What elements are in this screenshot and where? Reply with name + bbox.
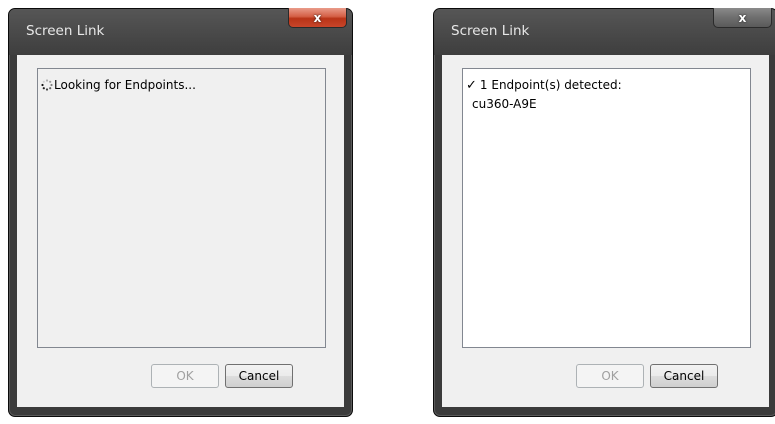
status-line: Looking for Endpoints...: [41, 78, 196, 92]
close-icon: x: [313, 10, 322, 25]
dialog-client-area: ✓ 1 Endpoint(s) detected: cu360-A9E OK C…: [442, 55, 769, 407]
ok-button[interactable]: OK: [151, 364, 219, 388]
window-title: Screen Link: [26, 23, 105, 39]
screen-link-dialog-detected: Screen Link x ✓ 1 Endpoint(s) detected: …: [433, 8, 775, 417]
dialog-client-area: Looking for Endpoints... OK Cancel: [17, 55, 344, 407]
screen-link-dialog-searching: Screen Link x Looking for Endpoints... O…: [8, 8, 353, 417]
spinner-icon: [41, 79, 53, 91]
status-text: Looking for Endpoints...: [54, 78, 196, 92]
endpoint-list[interactable]: ✓ 1 Endpoint(s) detected: cu360-A9E: [462, 68, 751, 348]
cancel-button[interactable]: Cancel: [225, 364, 293, 388]
close-button[interactable]: x: [288, 8, 347, 28]
title-bar[interactable]: Screen Link x: [9, 8, 352, 55]
ok-button[interactable]: OK: [576, 364, 644, 388]
close-icon: x: [738, 10, 747, 25]
checkmark-icon: ✓: [466, 77, 477, 93]
endpoint-list[interactable]: Looking for Endpoints...: [37, 68, 326, 348]
close-button[interactable]: x: [713, 8, 772, 28]
window-title: Screen Link: [451, 23, 530, 39]
status-text: 1 Endpoint(s) detected:: [479, 78, 622, 92]
endpoint-list-item[interactable]: cu360-A9E: [472, 97, 537, 111]
stage: Screen Link x Looking for Endpoints... O…: [0, 0, 775, 424]
cancel-button[interactable]: Cancel: [650, 364, 718, 388]
status-line: ✓ 1 Endpoint(s) detected:: [466, 78, 622, 92]
title-bar[interactable]: Screen Link x: [434, 8, 775, 55]
